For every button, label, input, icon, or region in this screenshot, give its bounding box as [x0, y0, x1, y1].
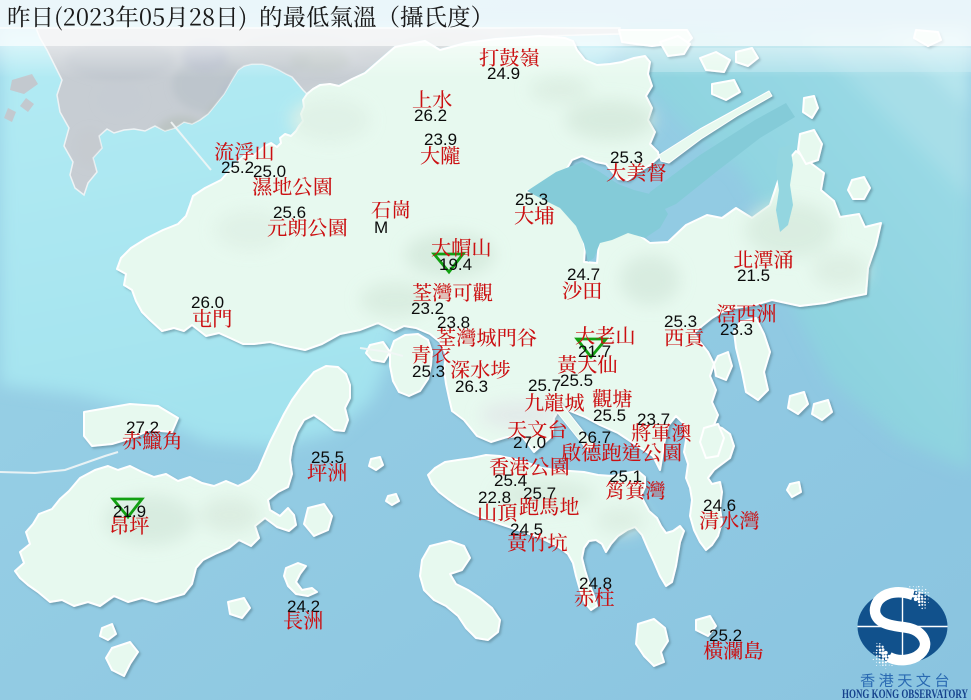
svg-text:26.3: 26.3	[455, 377, 488, 396]
svg-text:22.8: 22.8	[478, 488, 511, 507]
svg-text:26.0: 26.0	[191, 293, 224, 312]
svg-text:25.3: 25.3	[412, 362, 445, 381]
svg-text:25.7: 25.7	[523, 484, 556, 503]
svg-text:25.5: 25.5	[560, 371, 593, 390]
svg-text:25.7: 25.7	[528, 376, 561, 395]
svg-text:25.6: 25.6	[273, 203, 306, 222]
svg-text:25.2: 25.2	[221, 158, 254, 177]
svg-text:21.7: 21.7	[578, 342, 611, 361]
svg-text:HONG KONG OBSERVATORY: HONG KONG OBSERVATORY	[842, 687, 968, 700]
svg-text:25.5: 25.5	[593, 406, 626, 425]
svg-text:24.6: 24.6	[703, 496, 736, 515]
svg-text:23.3: 23.3	[720, 320, 753, 339]
svg-text:25.5: 25.5	[311, 448, 344, 467]
svg-text:M: M	[374, 218, 388, 237]
svg-text:19.4: 19.4	[439, 255, 472, 274]
svg-text:26.2: 26.2	[414, 106, 447, 125]
svg-text:24.7: 24.7	[567, 265, 600, 284]
svg-text:25.3: 25.3	[664, 312, 697, 331]
svg-text:24.5: 24.5	[510, 520, 543, 539]
svg-text:25.3: 25.3	[515, 190, 548, 209]
svg-text:27.2: 27.2	[126, 418, 159, 437]
svg-text:21.5: 21.5	[737, 266, 770, 285]
svg-text:24.9: 24.9	[487, 64, 520, 83]
svg-text:23.9: 23.9	[424, 130, 457, 149]
svg-text:25.3: 25.3	[610, 148, 643, 167]
svg-text:24.2: 24.2	[287, 597, 320, 616]
